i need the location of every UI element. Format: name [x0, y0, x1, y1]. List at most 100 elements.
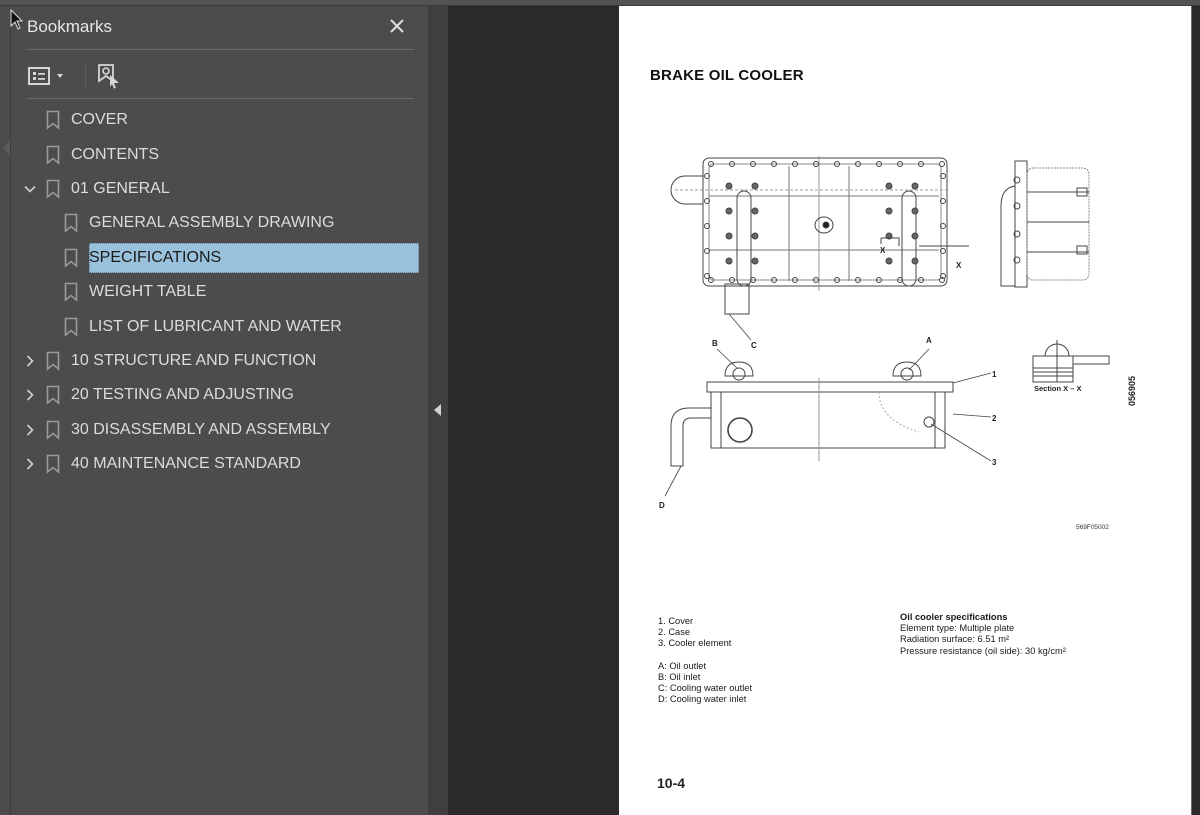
bookmark-icon — [46, 110, 60, 130]
legend-item: B: Oil inlet — [658, 671, 701, 682]
bookmark-icon — [64, 317, 78, 337]
vertical-scrollbar[interactable] — [1191, 6, 1200, 815]
document-viewer: BRAKE OIL COOLER B C A D 1 2 3 X X Secti… — [448, 6, 1200, 815]
bookmark-item[interactable]: 01 GENERAL — [11, 172, 428, 206]
bolt — [911, 182, 919, 190]
list-options-icon — [28, 67, 50, 85]
bookmark-label: 30 DISASSEMBLY AND ASSEMBLY — [71, 420, 331, 438]
bookmark-item[interactable]: 20 TESTING AND ADJUSTING — [11, 378, 428, 412]
bolt — [885, 182, 893, 190]
bookmark-icon — [46, 385, 60, 406]
bookmark-item[interactable]: WEIGHT TABLE — [11, 275, 428, 309]
find-current-bookmark-button[interactable] — [97, 62, 121, 90]
bookmark-label: SPECIFICATIONS — [89, 242, 419, 273]
header-divider — [27, 49, 414, 50]
bolt — [751, 232, 759, 240]
bolt — [751, 182, 759, 190]
page-number: 10-4 — [657, 775, 686, 791]
bolt — [725, 207, 733, 215]
legend-item: 2. Case — [658, 627, 691, 638]
navigation-rail — [0, 6, 11, 815]
bolt — [751, 257, 759, 265]
chevron-right-icon[interactable] — [23, 423, 37, 437]
panel-title: Bookmarks — [27, 17, 113, 36]
chevron-right-icon[interactable] — [23, 388, 37, 402]
legend-item: 3. Cooler element — [658, 638, 732, 649]
chevron-right-icon[interactable] — [23, 457, 37, 471]
bookmark-label: LIST OF LUBRICANT AND WATER — [89, 317, 342, 335]
spec-line: Element type: Multiple plate — [900, 623, 1015, 634]
brake-oil-cooler-drawing: B C A D 1 2 3 X X — [659, 156, 1110, 510]
label-3: 3 — [992, 458, 997, 467]
side-view-drawing — [1000, 160, 1090, 288]
bookmark-item[interactable]: CONTENTS — [11, 137, 428, 171]
bookmark-icon — [64, 248, 78, 268]
bookmark-icon — [46, 454, 60, 474]
bookmark-icon — [46, 179, 60, 199]
bolt — [911, 207, 919, 215]
bookmark-label: WEIGHT TABLE — [89, 283, 207, 301]
bookmark-label: 10 STRUCTURE AND FUNCTION — [71, 351, 317, 369]
bookmark-item[interactable]: 40 MAINTENANCE STANDARD — [11, 447, 428, 481]
bolt — [939, 161, 945, 167]
front-view-drawing — [670, 361, 954, 467]
label-x2: X — [956, 261, 962, 270]
panel-splitter[interactable] — [428, 6, 448, 815]
label-D: D — [659, 501, 665, 510]
bolt — [725, 232, 733, 240]
toolbar-divider — [27, 98, 414, 99]
vertical-code: 056905 — [1127, 375, 1137, 406]
legend-item: C: Cooling water outlet — [658, 683, 753, 694]
bookmark-item[interactable]: GENERAL ASSEMBLY DRAWING — [11, 206, 428, 240]
bookmark-item[interactable]: 10 STRUCTURE AND FUNCTION — [11, 344, 428, 378]
mouse-cursor-icon — [10, 9, 24, 30]
bookmark-label: 01 GENERAL — [71, 179, 170, 197]
oil-cooler-specifications: Oil cooler specifications Element type: … — [900, 612, 1066, 657]
document-page: BRAKE OIL COOLER B C A D 1 2 3 X X Secti… — [619, 6, 1191, 815]
bookmark-label: 20 TESTING AND ADJUSTING — [71, 386, 294, 404]
bookmarks-toolbar — [27, 58, 417, 94]
options-menu-button[interactable] — [27, 62, 65, 90]
bookmark-item[interactable]: COVER — [11, 103, 428, 137]
bolt — [885, 207, 893, 215]
bookmark-icon — [46, 145, 60, 165]
specs-title: Oil cooler specifications — [900, 612, 1008, 622]
chevron-right-icon[interactable] — [23, 354, 37, 368]
caret-down-icon — [57, 74, 63, 78]
legend-item: 1. Cover — [658, 616, 694, 626]
bolt — [725, 257, 733, 265]
bolt — [911, 232, 919, 240]
bookmark-item[interactable]: 30 DISASSEMBLY AND ASSEMBLY — [11, 413, 428, 447]
section-label: Section X – X — [1034, 384, 1082, 393]
close-icon — [390, 19, 404, 33]
legend-item: D: Cooling water inlet — [658, 694, 747, 705]
spec-line: Pressure resistance (oil side): 30 kg/cm… — [900, 645, 1066, 656]
bolt — [751, 207, 759, 215]
active-pane-indicator — [3, 140, 10, 156]
bookmark-tree: COVER CONTENTS 01 GENERAL GENERAL ASSEMBLY … — [11, 103, 428, 481]
close-panel-button[interactable] — [385, 14, 409, 38]
bookmark-item[interactable]: LIST OF LUBRICANT AND WATER — [11, 309, 428, 343]
find-current-bookmark-icon — [98, 64, 119, 89]
bookmark-icon — [46, 420, 60, 440]
bookmark-label: COVER — [71, 111, 128, 129]
bookmark-icon — [46, 351, 60, 371]
label-B: B — [712, 339, 718, 348]
drawing-code: 569F05002 — [1076, 524, 1109, 531]
bookmarks-panel: Bookmarks COVER CONTENTS 01 GENERAL GENE… — [11, 6, 428, 815]
section-x-x-drawing — [1032, 340, 1110, 383]
bookmark-label: 40 MAINTENANCE STANDARD — [71, 455, 301, 473]
collapse-panel-arrow-icon[interactable] — [434, 404, 441, 416]
bookmark-item[interactable]: SPECIFICATIONS — [11, 241, 428, 275]
panel-header: Bookmarks — [11, 6, 428, 50]
bolt — [885, 257, 893, 265]
legend-item: A: Oil outlet — [658, 660, 707, 671]
label-A: A — [926, 336, 932, 345]
label-1: 1 — [992, 370, 997, 379]
spec-line: Radiation surface: 6.51 m² — [900, 634, 1010, 645]
bookmark-icon — [64, 282, 78, 302]
top-view-drawing — [670, 156, 969, 315]
chevron-down-icon[interactable] — [23, 182, 37, 196]
label-C: C — [751, 341, 757, 350]
bookmark-icon — [64, 213, 78, 234]
